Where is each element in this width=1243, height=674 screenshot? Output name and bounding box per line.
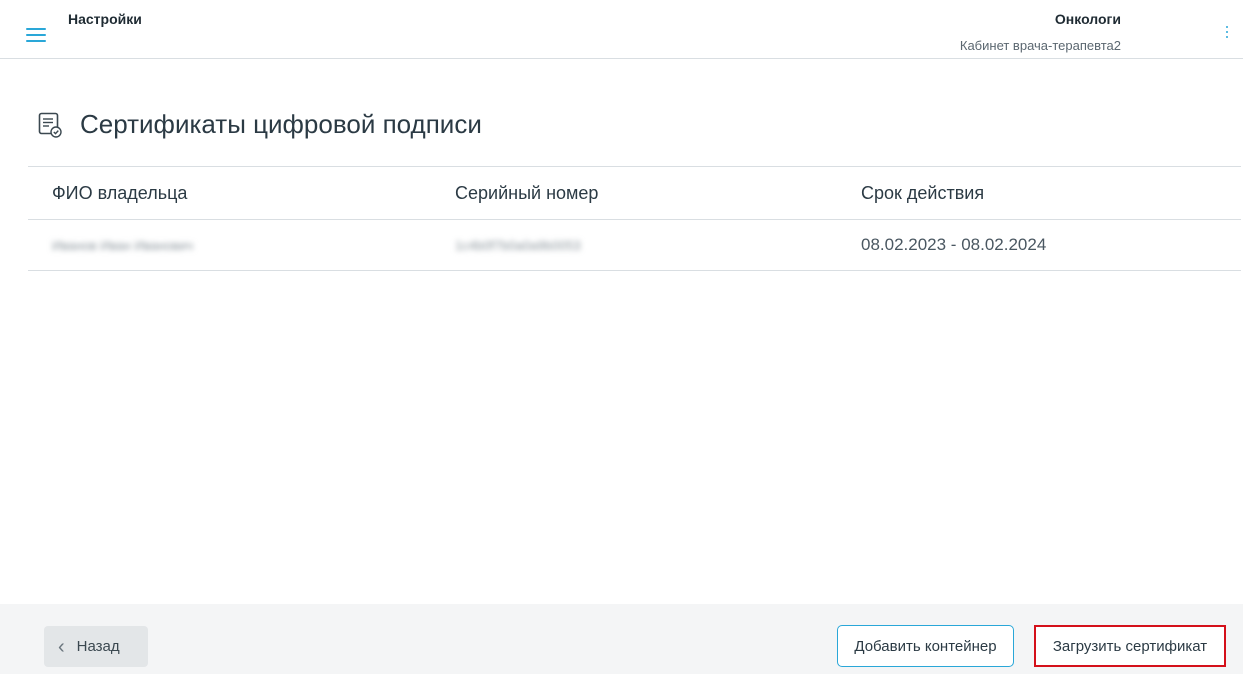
add-container-button[interactable]: Добавить контейнер	[837, 625, 1014, 667]
certificate-doc-icon	[38, 112, 62, 138]
owner-name-blurred: Иванов Иван Иванович	[52, 238, 194, 253]
upload-certificate-button[interactable]: Загрузить сертификат	[1034, 625, 1226, 667]
owner-cell: Иванов Иван Иванович	[28, 235, 431, 255]
organization-name: Онкологи	[1054, 11, 1121, 27]
serial-number-blurred: 1c4b0f7b0a0a9b0053	[455, 238, 581, 253]
column-header-serial[interactable]: Серийный номер	[431, 183, 835, 204]
more-options-icon[interactable]	[1225, 26, 1229, 40]
hamburger-menu-icon[interactable]	[26, 28, 46, 42]
app-root: Настройки Онкологи Кабинет врача-терапев…	[0, 0, 1243, 674]
back-button-label: Назад	[76, 638, 120, 655]
serial-cell: 1c4b0f7b0a0a9b0053	[431, 235, 835, 255]
column-header-owner[interactable]: ФИО владельца	[28, 183, 431, 204]
certificates-table: ФИО владельца Серийный номер Срок действ…	[28, 166, 1241, 271]
page-heading: Сертификаты цифровой подписи	[38, 109, 482, 140]
table-header-row: ФИО владельца Серийный номер Срок действ…	[28, 167, 1241, 220]
top-bar: Настройки Онкологи Кабинет врача-терапев…	[0, 0, 1243, 59]
bottom-action-bar: ‹ Назад Добавить контейнер Загрузить сер…	[0, 604, 1243, 674]
page-title: Сертификаты цифровой подписи	[80, 109, 482, 139]
cabinet-name: Кабинет врача-терапевта2	[959, 38, 1121, 53]
chevron-left-icon: ‹	[58, 635, 65, 658]
table-row[interactable]: Иванов Иван Иванович 1c4b0f7b0a0a9b0053 …	[28, 220, 1241, 271]
section-title: Настройки	[68, 11, 142, 27]
validity-cell: 08.02.2023 - 08.02.2024	[861, 235, 1047, 254]
back-button[interactable]: ‹ Назад	[44, 626, 148, 667]
column-header-validity[interactable]: Срок действия	[835, 183, 1241, 204]
